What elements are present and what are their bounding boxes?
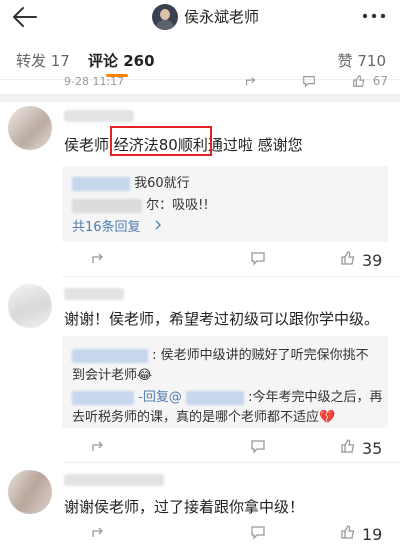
- commenter-avatar[interactable]: [8, 470, 52, 514]
- like-count: 39: [362, 251, 383, 270]
- comment-time: 9-28 11:17: [64, 75, 125, 88]
- comment-actions: 19: [88, 522, 388, 544]
- tab-comment[interactable]: 评论 260: [88, 50, 155, 71]
- tab-like[interactable]: 赞 710: [338, 50, 386, 71]
- commenter-avatar[interactable]: [8, 284, 52, 328]
- like-icon[interactable]: [340, 250, 356, 266]
- reply-item[interactable]: -回复@ :今年考完中级之后，再: [72, 386, 383, 405]
- reply-item[interactable]: 我60就行: [72, 172, 190, 191]
- comment-icon[interactable]: [302, 74, 316, 88]
- chevron-right-icon: [155, 220, 161, 230]
- top-bar: 侯永斌老师: [0, 0, 400, 36]
- divider: [62, 276, 400, 277]
- reply-item[interactable]: : 侯老师中级讲的贼好了听完保你挑不: [72, 344, 369, 363]
- share-icon[interactable]: [90, 250, 106, 266]
- like-icon[interactable]: [352, 74, 366, 88]
- like-count: 19: [362, 525, 383, 544]
- comment-item: 谢谢侯老师，过了接着跟你拿中级！ 19: [0, 466, 400, 544]
- share-icon[interactable]: [90, 438, 106, 454]
- reply-box: 我60就行 尔：吸吸!! 共16条回复: [62, 166, 388, 242]
- comment-text: 谢谢！侯老师，希望考过初级可以跟你学中级。: [64, 310, 380, 328]
- comment-icon[interactable]: [250, 438, 266, 454]
- back-arrow-icon[interactable]: [12, 4, 38, 30]
- reply-text-cont: 到会计老师😂: [72, 368, 153, 383]
- comment-text: 谢谢侯老师，过了接着跟你拿中级！: [64, 498, 305, 516]
- like-count: 35: [362, 439, 383, 458]
- commenter-avatar[interactable]: [8, 106, 52, 150]
- comment-item: 侯老师 经济法80顺利通过啦 感谢您 我60就行 尔：吸吸!! 共16条回复 3…: [0, 102, 400, 270]
- reply-box: : 侯老师中级讲的贼好了听完保你挑不 到会计老师😂 -回复@ :今年考完中级之后…: [62, 336, 388, 428]
- tab-repost[interactable]: 转发 17: [16, 50, 70, 71]
- more-icon[interactable]: [360, 2, 388, 30]
- share-icon[interactable]: [90, 524, 106, 540]
- comment-actions: 35: [88, 436, 388, 458]
- comment-item: 谢谢！侯老师，希望考过初级可以跟你学中级。 : 侯老师中级讲的贼好了听完保你挑不…: [0, 280, 400, 458]
- like-count: 67: [372, 74, 388, 88]
- like-icon[interactable]: [340, 524, 356, 540]
- comment-actions: 39: [88, 248, 388, 270]
- previous-comment-footer: 9-28 11:17 67: [0, 74, 400, 90]
- highlight-box: [110, 126, 212, 156]
- divider: [62, 462, 400, 463]
- more-replies-link[interactable]: 共16条回复: [72, 216, 141, 235]
- comment-icon[interactable]: [250, 250, 266, 266]
- commenter-name[interactable]: [64, 288, 124, 300]
- author-name[interactable]: 侯永斌老师: [184, 6, 259, 27]
- comment-icon[interactable]: [250, 524, 266, 540]
- commenter-name[interactable]: [64, 474, 164, 486]
- like-icon[interactable]: [340, 438, 356, 454]
- reply-item[interactable]: 尔：吸吸!!: [72, 194, 209, 213]
- author-avatar[interactable]: [152, 4, 178, 30]
- divider: [0, 94, 400, 102]
- reply-text-cont: 去听税务师的课，真的是哪个老师都不适应💔: [72, 410, 336, 425]
- share-icon[interactable]: [244, 74, 258, 88]
- commenter-name[interactable]: [64, 110, 134, 122]
